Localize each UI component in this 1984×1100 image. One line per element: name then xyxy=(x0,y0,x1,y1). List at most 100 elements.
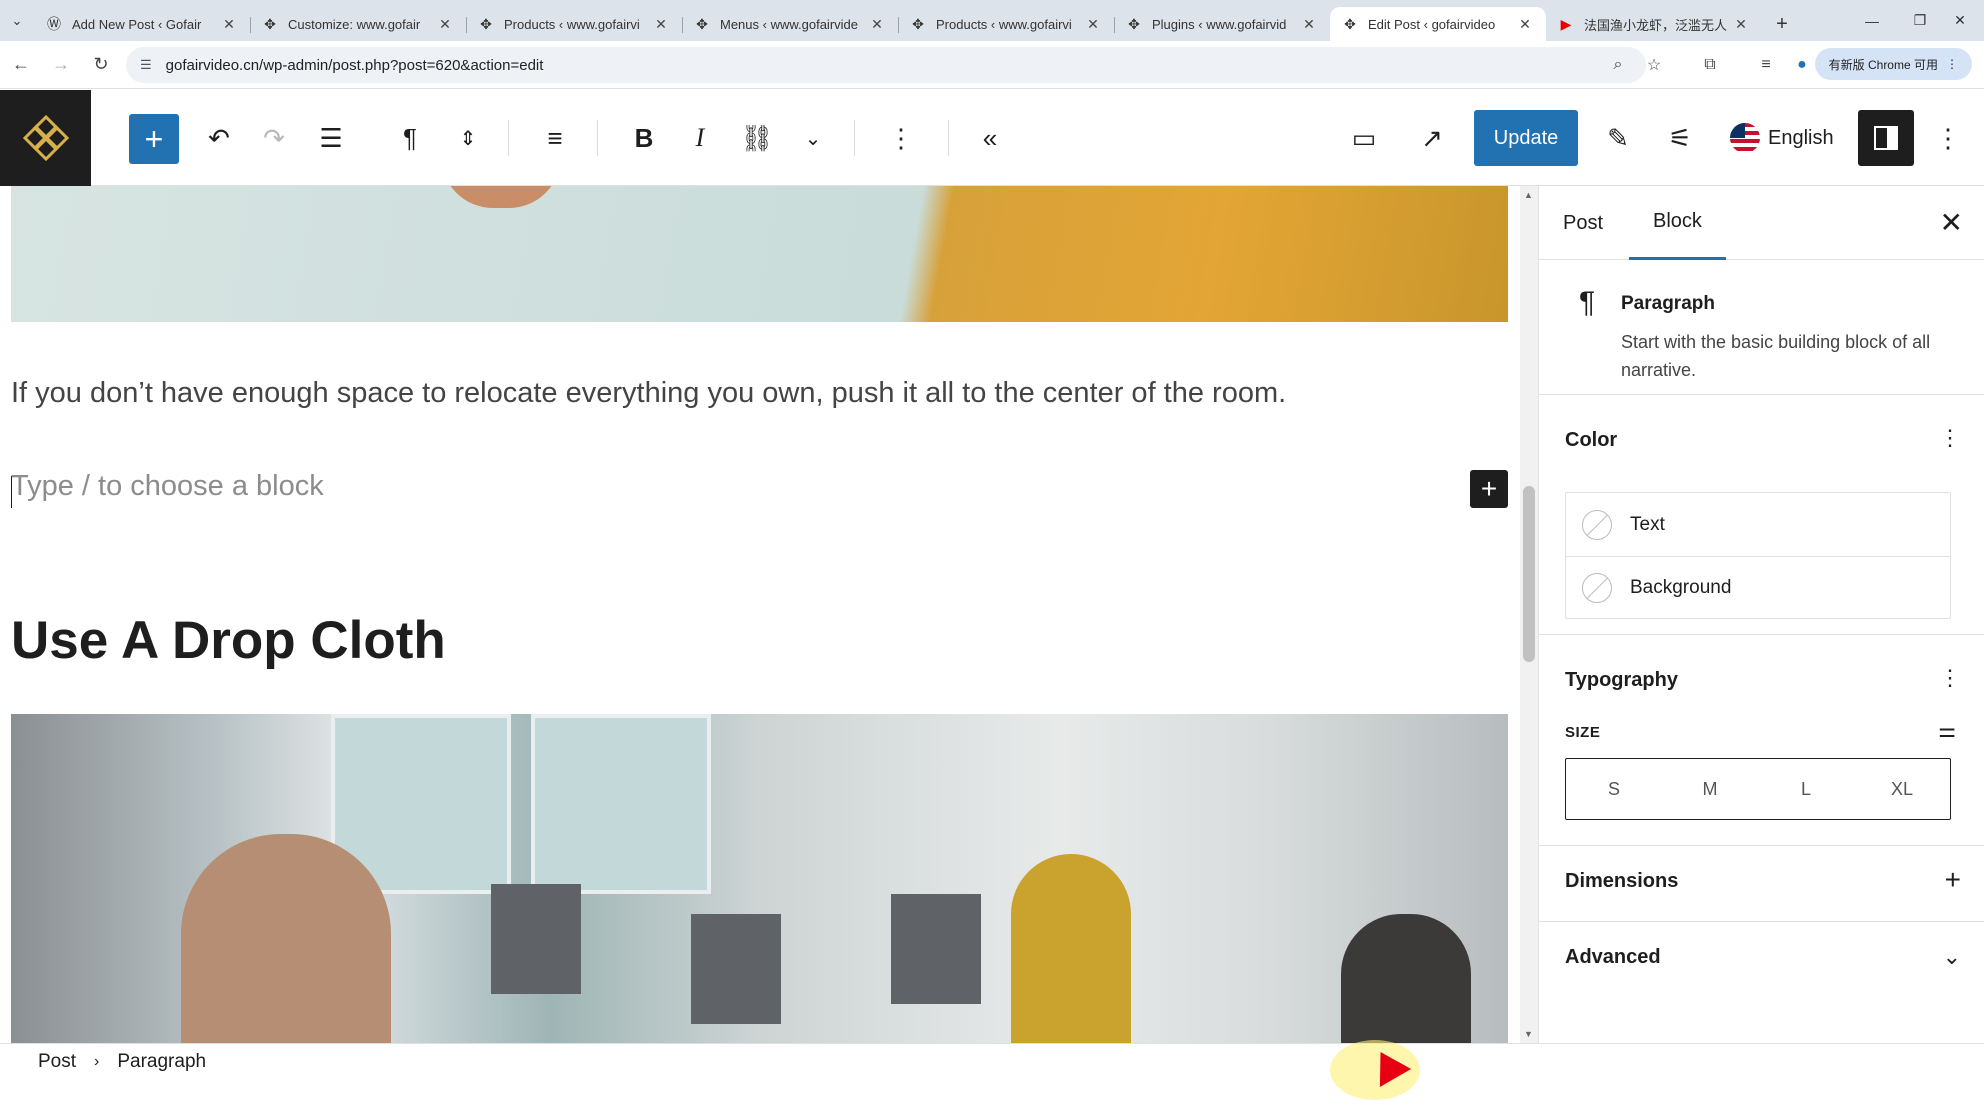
close-icon[interactable]: ✕ xyxy=(652,16,670,33)
options-icon[interactable]: ⋮ xyxy=(877,114,925,162)
settings-sidebar-toggle[interactable] xyxy=(1858,110,1914,166)
color-text-option[interactable]: Text xyxy=(1566,493,1950,556)
chrome-update-button[interactable]: 有新版 Chrome 可用 ⋮ xyxy=(1814,48,1972,80)
chevron-down-icon[interactable]: ⌄ xyxy=(1943,944,1961,970)
image-content xyxy=(691,914,781,1024)
update-button[interactable]: Update xyxy=(1474,110,1578,166)
redo-icon[interactable]: ↷ xyxy=(250,114,298,162)
browser-tab-active[interactable]: ✥ Edit Post ‹ gofairvideo ✕ xyxy=(1330,7,1546,41)
color-background-option[interactable]: Background xyxy=(1566,556,1950,619)
panel-options-icon[interactable]: ⋮ xyxy=(1939,665,1961,691)
collapse-toolbar-icon[interactable]: « xyxy=(966,114,1014,162)
tab-search-icon[interactable]: ⌄ xyxy=(0,0,34,41)
block-description: Start with the basic building block of a… xyxy=(1621,332,1931,380)
bold-icon[interactable]: B xyxy=(620,114,668,162)
tab-title: Products ‹ www.gofairvi xyxy=(936,16,1072,32)
browser-tab[interactable]: ▶ 法国渔小龙虾，泛滥无人 ✕ xyxy=(1546,7,1762,41)
minimize-icon[interactable]: — xyxy=(1848,0,1896,41)
close-icon[interactable]: ✕ xyxy=(868,16,886,33)
language-label: English xyxy=(1768,126,1834,149)
toolbar-divider xyxy=(854,120,855,156)
more-options-icon[interactable]: ⋮ xyxy=(1924,114,1972,162)
block-inserter-button[interactable]: + xyxy=(129,114,179,164)
list-view-icon[interactable]: ☰ xyxy=(307,114,355,162)
browser-tab[interactable]: ✥ Plugins ‹ www.gofairvid ✕ xyxy=(1114,7,1330,41)
size-option-l[interactable]: L xyxy=(1758,759,1854,819)
heading-block[interactable]: Use A Drop Cloth xyxy=(11,610,446,671)
size-option-s[interactable]: S xyxy=(1566,759,1662,819)
block-breadcrumb: Post › Paragraph xyxy=(0,1043,1984,1080)
close-icon[interactable]: ✕ xyxy=(220,16,238,33)
browser-tab[interactable]: ✥ Customize: www.gofair ✕ xyxy=(250,7,466,41)
size-option-xl[interactable]: XL xyxy=(1854,759,1950,819)
site-favicon-icon: ✥ xyxy=(1344,15,1356,32)
close-icon[interactable]: ✕ xyxy=(1940,206,1963,239)
inline-inserter-button[interactable]: + xyxy=(1470,470,1508,508)
toolbar-divider xyxy=(948,120,949,156)
image-block[interactable] xyxy=(11,186,1508,322)
image-content xyxy=(1341,914,1471,1043)
align-icon[interactable]: ≡ xyxy=(531,114,579,162)
tab-block[interactable]: Block xyxy=(1629,186,1726,260)
link-icon[interactable]: ⛓ xyxy=(733,114,781,162)
browser-tab[interactable]: Ⓦ Add New Post ‹ Gofair ✕ xyxy=(34,7,250,41)
breadcrumb-post[interactable]: Post xyxy=(38,1051,76,1073)
editor-toggle-icon[interactable]: ✎ xyxy=(1594,114,1642,162)
close-icon[interactable]: ✕ xyxy=(436,16,454,33)
tab-title: 法国渔小龙虾，泛滥无人 xyxy=(1584,17,1728,33)
browser-tab[interactable]: ✥ Menus ‹ www.gofairvide ✕ xyxy=(682,7,898,41)
plus-icon[interactable]: + xyxy=(1945,864,1961,896)
image-content xyxy=(181,834,391,1043)
size-option-m[interactable]: M xyxy=(1662,759,1758,819)
close-icon[interactable]: ✕ xyxy=(1516,16,1534,33)
view-post-icon[interactable]: ↗ xyxy=(1408,114,1456,162)
empty-block-placeholder[interactable]: Type / to choose a block xyxy=(11,470,324,503)
url-input[interactable]: ☰ gofairvideo.cn/wp-admin/post.php?post=… xyxy=(126,47,1646,83)
image-block[interactable] xyxy=(11,714,1508,1043)
close-icon[interactable]: ✕ xyxy=(1732,16,1750,33)
bookmark-star-icon[interactable]: ☆ xyxy=(1636,55,1672,75)
site-logo[interactable] xyxy=(0,90,91,186)
advanced-panel[interactable]: Advanced ⌄ xyxy=(1539,922,1984,998)
plugin-icon[interactable]: ⚟ xyxy=(1656,114,1704,162)
scroll-up-icon[interactable]: ▲ xyxy=(1524,190,1533,200)
color-option-label: Text xyxy=(1630,513,1665,535)
language-switcher[interactable]: English xyxy=(1730,114,1834,162)
panel-options-icon[interactable]: ⋮ xyxy=(1939,425,1961,451)
image-content xyxy=(531,714,711,894)
breadcrumb-paragraph[interactable]: Paragraph xyxy=(117,1051,206,1073)
undo-icon[interactable]: ↶ xyxy=(195,114,243,162)
close-icon[interactable]: ✕ xyxy=(1300,16,1318,33)
site-info-icon[interactable]: ☰ xyxy=(140,57,152,73)
preview-device-icon[interactable]: ▭ xyxy=(1340,114,1388,162)
new-tab-button[interactable]: + xyxy=(1762,7,1802,41)
custom-size-icon[interactable]: ⚌ xyxy=(1938,718,1956,743)
tab-title: Edit Post ‹ gofairvideo xyxy=(1368,16,1496,32)
tab-post[interactable]: Post xyxy=(1539,186,1627,260)
browser-tab-bar: ⌄ Ⓦ Add New Post ‹ Gofair ✕ ✥ Customize:… xyxy=(0,0,1984,41)
scrollbar-thumb[interactable] xyxy=(1523,486,1535,662)
canvas-scrollbar[interactable]: ▲ ▼ xyxy=(1520,186,1538,1043)
window-close-icon[interactable]: ✕ xyxy=(1936,0,1984,41)
sidebar-tabs: Post Block ✕ xyxy=(1539,186,1984,260)
paragraph-icon[interactable]: ¶ xyxy=(386,114,434,162)
dimensions-panel[interactable]: Dimensions + xyxy=(1539,846,1984,922)
empty-swatch-icon xyxy=(1582,509,1612,540)
browser-tab[interactable]: ✥ Products ‹ www.gofairvi ✕ xyxy=(898,7,1114,41)
move-up-down-icon[interactable]: ⇕ xyxy=(444,114,492,162)
reload-icon[interactable]: ↻ xyxy=(82,46,120,84)
back-icon[interactable]: ← xyxy=(2,46,40,84)
scroll-down-icon[interactable]: ▼ xyxy=(1524,1029,1533,1039)
size-label: SIZE xyxy=(1565,724,1601,741)
zoom-icon[interactable]: ⌕ xyxy=(1600,56,1636,74)
media-control-icon[interactable]: ≡ xyxy=(1748,56,1784,74)
site-favicon-icon: ✥ xyxy=(480,15,492,32)
paragraph-block[interactable]: If you don’t have enough space to reloca… xyxy=(11,372,1501,414)
chevron-down-icon[interactable]: ⌄ xyxy=(789,114,837,162)
text-caret xyxy=(11,476,12,508)
close-icon[interactable]: ✕ xyxy=(1084,16,1102,33)
extensions-icon[interactable]: ⧉ xyxy=(1692,56,1728,74)
italic-icon[interactable]: I xyxy=(676,114,724,162)
browser-tab[interactable]: ✥ Products ‹ www.gofairvi ✕ xyxy=(466,7,682,41)
forward-icon[interactable]: → xyxy=(42,46,80,84)
